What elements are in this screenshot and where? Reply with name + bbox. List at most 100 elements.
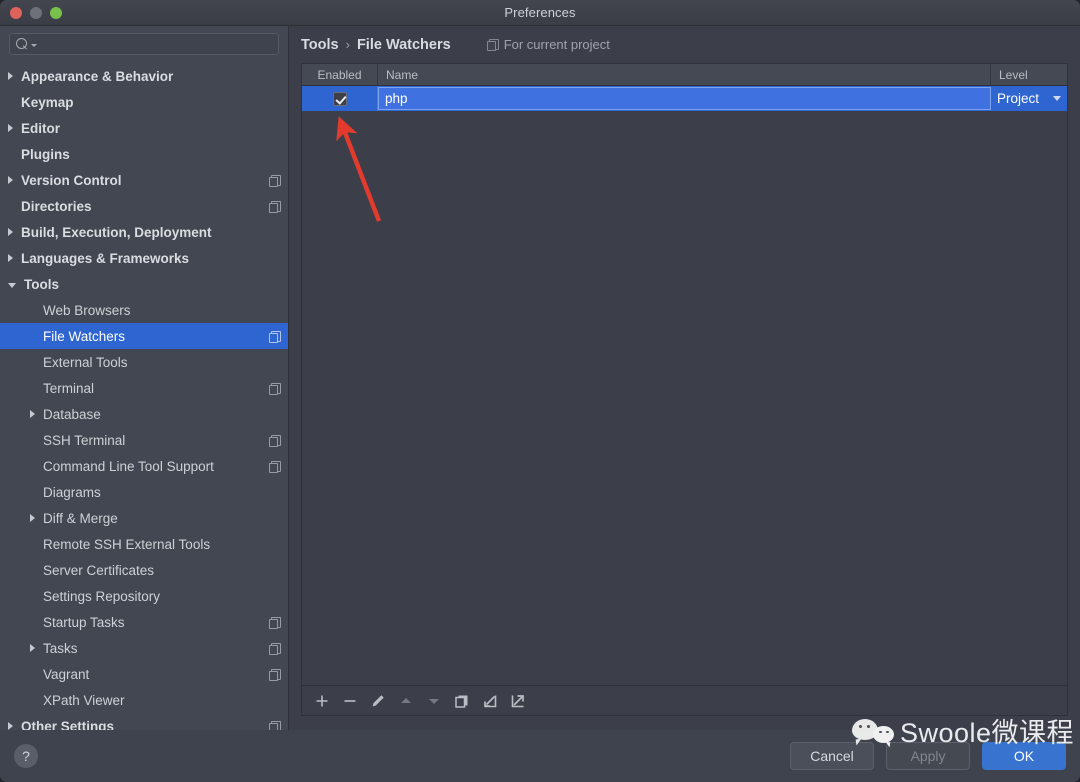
project-scope-icon [269,174,281,187]
scope-note: For current project [486,37,610,52]
sidebar-item-label: Languages & Frameworks [21,250,190,266]
apply-button[interactable]: Apply [886,742,970,770]
sidebar-item-label: Remote SSH External Tools [43,536,211,552]
sidebar-item-label: Diff & Merge [43,510,118,526]
edit-button[interactable] [364,688,392,714]
sidebar-item-label: Editor [21,120,60,136]
sidebar-item-diff-merge[interactable]: Diff & Merge [0,505,288,531]
sidebar-item-version-control[interactable]: Version Control [0,167,288,193]
chevron-down-icon [31,44,37,47]
help-button[interactable]: ? [14,744,38,768]
sidebar-item-ssh-terminal[interactable]: SSH Terminal [0,427,288,453]
breadcrumb-separator-icon: › [345,37,350,52]
sidebar-item-label: Other Settings [21,718,115,731]
sidebar-item-directories[interactable]: Directories [0,193,288,219]
sidebar-item-label: Tools [24,276,59,292]
enabled-checkbox[interactable] [332,91,347,106]
sidebar-item-file-watchers[interactable]: File Watchers [0,323,288,349]
chevron-right-icon[interactable] [30,514,35,522]
sidebar-item-label: Tasks [43,640,78,656]
project-scope-icon [269,616,281,629]
sidebar-item-vagrant[interactable]: Vagrant [0,661,288,687]
sidebar-item-settings-repository[interactable]: Settings Repository [0,583,288,609]
minimize-button[interactable] [30,6,42,19]
sidebar-item-startup-tasks[interactable]: Startup Tasks [0,609,288,635]
sidebar-item-label: Keymap [21,94,74,110]
sidebar-item-editor[interactable]: Editor [0,115,288,141]
dialog-body: Appearance & Behavior Keymap Editor Plugins… [0,26,1080,730]
project-scope-icon [486,39,499,51]
level-value: Project [997,91,1040,106]
chevron-down-icon[interactable] [8,282,16,288]
dialog-footer: ? Cancel Apply OK Swoole微课程 [0,718,1080,782]
add-button[interactable] [308,688,336,714]
column-header-name[interactable]: Name [378,64,991,85]
sidebar-item-database[interactable]: Database [0,401,288,427]
import-button[interactable] [476,688,504,714]
sidebar-item-terminal[interactable]: Terminal [0,375,288,401]
project-scope-icon [269,330,281,343]
window-title: Preferences [504,5,576,20]
watcher-name: php [385,91,408,106]
sidebar-item-label: File Watchers [43,328,126,344]
chevron-right-icon[interactable] [30,644,35,652]
table-row[interactable]: php Project [302,86,1067,111]
chevron-right-icon[interactable] [8,254,13,262]
chevron-right-icon[interactable] [8,722,13,730]
close-button[interactable] [10,6,22,19]
sidebar-item-remote-ssh-external-tools[interactable]: Remote SSH External Tools [0,531,288,557]
chevron-right-icon[interactable] [8,72,13,80]
name-cell[interactable]: php [378,87,991,110]
project-scope-icon [269,434,281,447]
sidebar-item-external-tools[interactable]: External Tools [0,349,288,375]
sidebar-item-xpath-viewer[interactable]: XPath Viewer [0,687,288,713]
search-box[interactable] [9,33,279,55]
settings-tree[interactable]: Appearance & Behavior Keymap Editor Plugins… [0,60,288,730]
sidebar-item-appearance-behavior[interactable]: Appearance & Behavior [0,63,288,89]
remove-button[interactable] [336,688,364,714]
project-scope-icon [269,200,281,213]
project-scope-icon [269,382,281,395]
chevron-down-icon[interactable] [1053,96,1061,101]
table-toolbar [302,685,1067,715]
sidebar-item-keymap[interactable]: Keymap [0,89,288,115]
search-input[interactable] [41,37,272,51]
sidebar-item-server-certificates[interactable]: Server Certificates [0,557,288,583]
file-watchers-table: Enabled Name Level php Project [301,63,1068,716]
table-body[interactable]: php Project [302,86,1067,685]
column-header-enabled[interactable]: Enabled [302,64,378,85]
chevron-right-icon[interactable] [8,228,13,236]
sidebar-item-label: Vagrant [43,666,90,682]
sidebar-item-build-execution-deployment[interactable]: Build, Execution, Deployment [0,219,288,245]
chevron-right-icon[interactable] [8,176,13,184]
ok-button[interactable]: OK [982,742,1066,770]
sidebar-item-other-settings[interactable]: Other Settings [0,713,288,730]
chevron-right-icon[interactable] [8,124,13,132]
chevron-right-icon[interactable] [30,410,35,418]
maximize-button[interactable] [50,6,62,19]
settings-panel: Tools › File Watchers For current projec… [289,26,1080,730]
sidebar-item-tools[interactable]: Tools [0,271,288,297]
sidebar-item-languages-frameworks[interactable]: Languages & Frameworks [0,245,288,271]
export-button[interactable] [504,688,532,714]
level-cell[interactable]: Project [991,86,1067,111]
enabled-cell [302,86,378,111]
sidebar-item-label: Appearance & Behavior [21,68,174,84]
sidebar-item-label: Build, Execution, Deployment [21,224,212,240]
copy-button[interactable] [448,688,476,714]
sidebar-item-web-browsers[interactable]: Web Browsers [0,297,288,323]
sidebar-item-label: External Tools [43,354,128,370]
preferences-window: Preferences Appearance & Behavior Keymap E… [0,0,1080,782]
breadcrumb: Tools › File Watchers For current projec… [289,26,1080,63]
sidebar-item-plugins[interactable]: Plugins [0,141,288,167]
sidebar-item-label: Directories [21,198,92,214]
cancel-button[interactable]: Cancel [790,742,874,770]
project-scope-icon [269,460,281,473]
sidebar-item-label: Settings Repository [43,588,161,604]
sidebar-item-tasks[interactable]: Tasks [0,635,288,661]
table-header-row: Enabled Name Level [302,64,1067,86]
sidebar-item-command-line-tool-support[interactable]: Command Line Tool Support [0,453,288,479]
column-header-level[interactable]: Level [991,64,1067,85]
sidebar-item-diagrams[interactable]: Diagrams [0,479,288,505]
breadcrumb-parent[interactable]: Tools [301,37,339,53]
